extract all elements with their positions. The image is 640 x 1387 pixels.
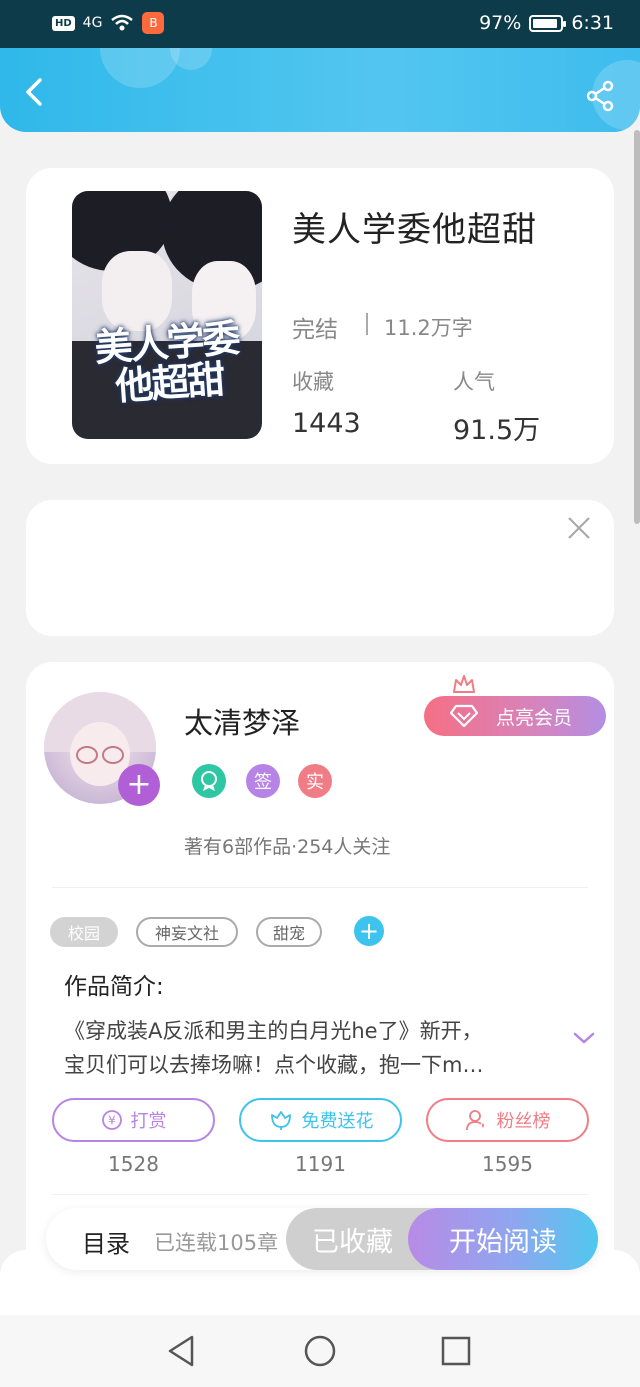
avatar-glasses	[102, 746, 124, 764]
battery-icon	[529, 14, 567, 32]
flower-count: 1191	[295, 1152, 346, 1176]
hd-icon: HD	[52, 15, 75, 31]
free-flower-button[interactable]: 免费送花	[239, 1098, 402, 1142]
vip-label: 点亮会员	[496, 706, 573, 729]
tag-sweet[interactable]: 甜宠	[256, 917, 322, 947]
flower-icon	[270, 1111, 291, 1130]
follow-author-button[interactable]: +	[118, 764, 160, 806]
status-right: 97% 6:31	[479, 12, 614, 34]
favorites-value: 1443	[292, 408, 361, 439]
verified-badge[interactable]: 实	[298, 764, 332, 798]
circle-home-icon[interactable]	[302, 1333, 338, 1369]
divider	[52, 887, 588, 888]
serial-status: 已连载105章	[154, 1231, 279, 1255]
cover-art-shape	[102, 251, 172, 331]
avatar-glasses	[76, 746, 98, 764]
intro-line: 《穿成装A反派和男主的白月光he了》新开，	[64, 1019, 483, 1043]
intro-label: 作品简介:	[64, 974, 164, 1000]
tip-count: 1528	[108, 1152, 159, 1176]
start-reading-button[interactable]: 开始阅读	[408, 1208, 598, 1270]
book-cover[interactable]: 美人学委 他超甜	[72, 191, 262, 439]
popularity-value: 91.5万	[453, 415, 541, 446]
medal-icon[interactable]	[192, 764, 226, 798]
system-nav-bar	[0, 1315, 640, 1387]
svg-text:¥: ¥	[108, 1114, 116, 1128]
ad-card	[26, 500, 614, 636]
signal-icon: 4G	[82, 15, 103, 31]
fans-count: 1595	[482, 1152, 533, 1176]
status-bar: HD 4G B 97% 6:31	[0, 0, 640, 48]
scrollbar[interactable]	[634, 130, 640, 524]
back-arrow-icon[interactable]	[18, 74, 54, 110]
add-tag-button[interactable]: +	[354, 916, 384, 946]
tag-publisher[interactable]: 神妄文社	[136, 917, 238, 947]
author-stats: 著有6部作品·254人关注	[184, 836, 391, 858]
signed-badge[interactable]: 签	[246, 764, 280, 798]
crown-icon	[453, 675, 475, 693]
battery-percent: 97%	[479, 12, 522, 34]
toc-button[interactable]: 目录	[82, 1224, 130, 1259]
cover-title: 美人学委 他超甜	[93, 315, 240, 409]
share-icon[interactable]	[584, 80, 616, 112]
tag-campus[interactable]: 校园	[50, 917, 118, 947]
chevron-down-icon[interactable]	[572, 1028, 596, 1048]
status-left: HD 4G B	[52, 12, 165, 34]
diamond-icon	[450, 704, 478, 728]
bottom-action-bar: 目录 已连载105章 已收藏 开始阅读	[46, 1208, 598, 1270]
fans-rank-label: 粉丝榜	[496, 1111, 551, 1132]
free-flower-label: 免费送花	[301, 1111, 374, 1132]
tip-label: 打赏	[130, 1111, 167, 1132]
square-recents-icon[interactable]	[438, 1333, 474, 1369]
divider	[52, 1194, 588, 1195]
book-title: 美人学委他超甜	[292, 210, 537, 250]
intro-line: 宝贝们可以去捧场嘛！点个收藏，抱一下m…	[64, 1053, 484, 1077]
popularity-label: 人气	[453, 370, 495, 394]
decor-bubble	[170, 48, 212, 70]
book-status: 完结	[292, 317, 338, 343]
book-info-card: 美人学委 他超甜 美人学委他超甜 完结 11.2万字 收藏 1443 人气 91…	[26, 168, 614, 464]
header	[0, 48, 640, 132]
vip-button[interactable]: 点亮会员	[424, 696, 606, 736]
clock: 6:31	[571, 12, 614, 34]
word-count: 11.2万字	[384, 316, 473, 340]
favorites-label: 收藏	[292, 370, 334, 394]
triangle-back-icon[interactable]	[164, 1333, 200, 1369]
yen-icon: ¥	[101, 1110, 122, 1130]
author-name[interactable]: 太清梦泽	[184, 700, 300, 742]
close-icon[interactable]	[566, 515, 592, 541]
app-notification-icon: B	[142, 12, 165, 34]
intro-text[interactable]: 《穿成装A反派和男主的白月光he了》新开， 宝贝们可以去捧场嘛！点个收藏，抱一下…	[64, 1014, 550, 1082]
divider	[366, 313, 368, 335]
decor-bubble	[100, 48, 180, 88]
fans-rank-button[interactable]: 粉丝榜	[426, 1098, 589, 1142]
tip-button[interactable]: ¥ 打赏	[52, 1098, 215, 1142]
wifi-icon	[111, 14, 134, 31]
fans-icon	[465, 1110, 484, 1131]
